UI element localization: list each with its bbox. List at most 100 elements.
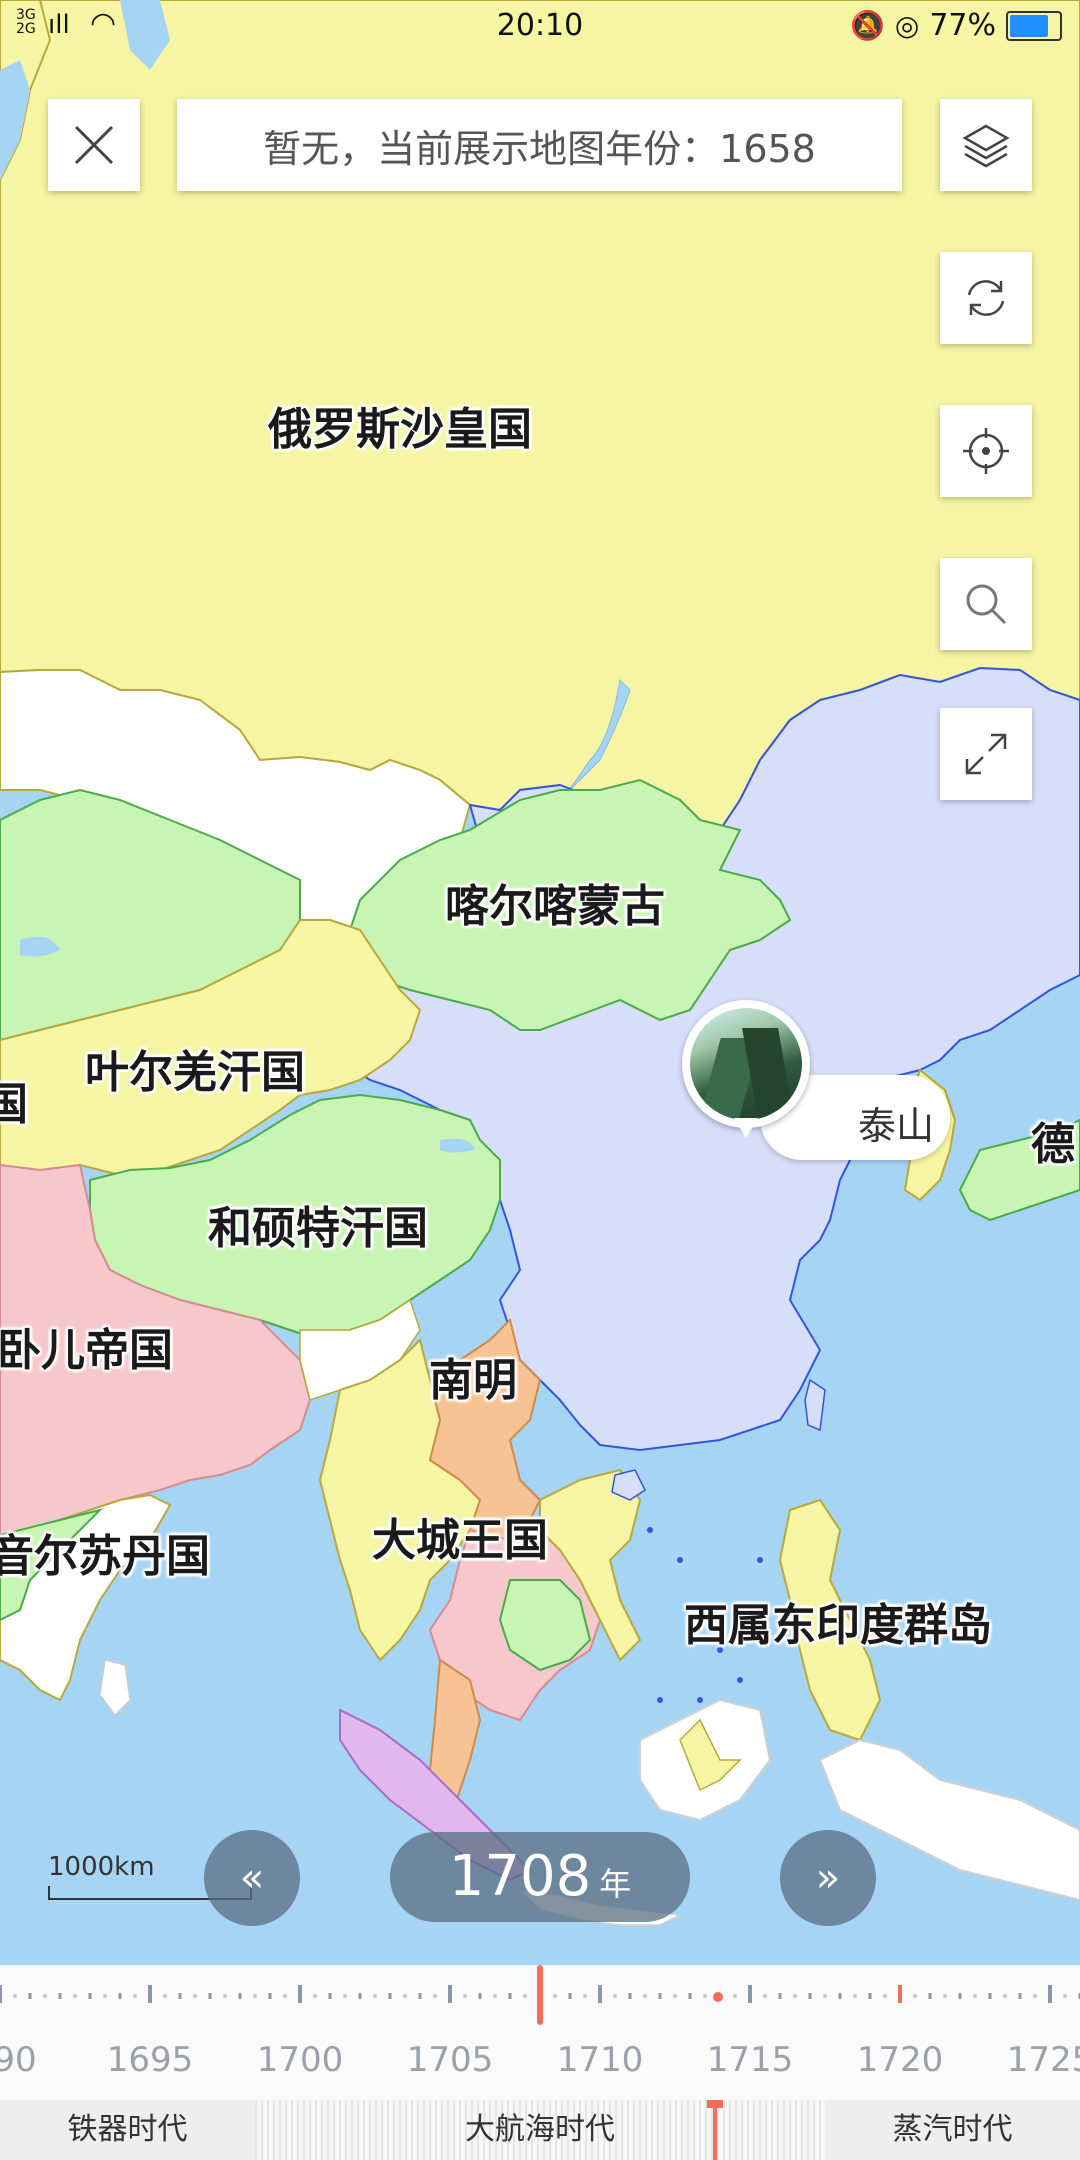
timeline-tick (0, 1985, 2, 2003)
search-icon (966, 584, 1007, 625)
double-chevron-right-icon: » (815, 1855, 841, 1901)
timeline-tick (328, 1993, 332, 1999)
refresh-button[interactable] (940, 252, 1032, 344)
year-number: 1708 (448, 1844, 592, 1909)
timeline-label: 1715 (706, 2040, 794, 2080)
timeline-tick (178, 1993, 182, 1999)
timeline-current-cursor[interactable] (537, 1965, 543, 2025)
timeline-dot (883, 1994, 887, 1998)
poi-name: 泰山 (858, 1104, 935, 1148)
year-display: 1708 年 (390, 1832, 690, 1922)
timeline-event-dot (713, 1992, 723, 2002)
timeline-tick (808, 1993, 812, 1999)
status-bar: 3G 2G ıll ◠ 20:10 🔕 ◎ 77% (0, 0, 1080, 56)
wifi-icon: ◠ (90, 6, 117, 41)
double-chevron-left-icon: « (239, 1855, 265, 1901)
era-marker-head (707, 2100, 723, 2108)
search-bar-text: 暂无，当前展示地图年份：1658 (263, 126, 816, 171)
timeline-tick (838, 1993, 842, 1999)
timeline-dot (433, 1994, 437, 1998)
timeline-tick (298, 1985, 302, 2003)
era-steam-age[interactable]: 蒸汽时代 (825, 2100, 1080, 2160)
timeline-dot (913, 1994, 917, 1998)
era-age-of-discovery[interactable]: 大航海时代 (255, 2100, 825, 2160)
timeline-tick (988, 1993, 992, 1999)
timeline-tick (598, 1985, 602, 2003)
timeline-dot (703, 1994, 707, 1998)
fullscreen-button[interactable] (940, 708, 1032, 800)
timeline-dot (43, 1994, 47, 1998)
map-label-yarkent: 叶尔羌汗国 (85, 1047, 305, 1098)
next-year-button[interactable]: » (780, 1830, 876, 1926)
locate-button[interactable] (940, 405, 1032, 497)
timeline-dot (613, 1994, 617, 1998)
timeline-dot (553, 1994, 557, 1998)
refresh-icon (967, 280, 1005, 316)
timeline-dot (223, 1994, 227, 1998)
timeline-tick (1018, 1993, 1022, 1999)
timeline-dot (103, 1994, 107, 1998)
map-label-dutch-indies: 西属东印度群岛 (684, 1600, 992, 1651)
timeline-tick (118, 1993, 122, 1999)
fullscreen-icon (965, 733, 1007, 775)
timeline-dot (793, 1994, 797, 1998)
history-map[interactable] (0, 0, 1080, 1965)
layers-button[interactable] (940, 99, 1032, 191)
timeline-label: 1725 (1006, 2040, 1080, 2080)
map-label-ayutthaya: 大城王国 (372, 1515, 548, 1566)
timeline-tick (658, 1993, 662, 1999)
year-unit: 年 (599, 1865, 632, 1903)
map-label-khoshut: 和硕特汗国 (208, 1203, 428, 1254)
layers-icon (962, 124, 1010, 168)
timeline-tick (358, 1993, 362, 1999)
timeline-tick (688, 1993, 692, 1999)
map-label-southern-ming: 南明 (429, 1355, 517, 1406)
locate-icon (963, 428, 1009, 474)
status-time: 20:10 (496, 8, 584, 43)
timeline-tick (958, 1993, 962, 1999)
network-2g: 2G (16, 21, 36, 37)
timeline-dot (163, 1994, 167, 1998)
timeline-dot (583, 1994, 587, 1998)
timeline-tick (208, 1993, 212, 1999)
timeline-dot (373, 1994, 377, 1998)
timeline-dot (673, 1994, 677, 1998)
timeline-tick (778, 1993, 782, 1999)
timeline-dot (463, 1994, 467, 1998)
timeline-label: 90 (0, 2040, 37, 2080)
timeline-dot (943, 1994, 947, 1998)
map-label-golconda: 音尔苏丹国 (0, 1531, 210, 1582)
timeline-tick (88, 1993, 92, 1999)
timeline-event-tick (898, 1985, 902, 2003)
timeline-dot (283, 1994, 287, 1998)
timeline-label: 1695 (106, 2040, 194, 2080)
timeline-label: 1700 (256, 2040, 344, 2080)
map-label-khalkha: 喀尔喀蒙古 (445, 881, 665, 932)
era-bar[interactable]: 铁器时代 大航海时代 蒸汽时代 (0, 2100, 1080, 2160)
close-button[interactable] (48, 99, 140, 191)
timeline-dot (853, 1994, 857, 1998)
search-button[interactable] (940, 558, 1032, 650)
timeline-tick (148, 1985, 152, 2003)
mountain-photo-icon[interactable] (682, 1000, 810, 1138)
previous-year-button[interactable]: « (204, 1830, 300, 1926)
timeline-tick (508, 1993, 512, 1999)
timeline-dot (523, 1994, 527, 1998)
poi-taishan[interactable]: 泰山 (680, 1000, 950, 1160)
rotation-lock-icon: ◎ (894, 9, 920, 42)
timeline-tick (628, 1993, 632, 1999)
network-3g: 3G (16, 7, 36, 23)
timeline-label: 1705 (406, 2040, 494, 2080)
year-search-bar[interactable]: 暂无，当前展示地图年份：1658 (177, 99, 902, 191)
map-label-russia: 俄罗斯沙皇国 (268, 404, 532, 455)
era-iron-age[interactable]: 铁器时代 (0, 2100, 255, 2160)
timeline-dot (313, 1994, 317, 1998)
timeline-dot (403, 1994, 407, 1998)
battery-percent: 77% (929, 8, 996, 43)
battery-icon (1006, 10, 1062, 41)
timeline-dot (1003, 1994, 1007, 1998)
mute-icon: 🔕 (850, 9, 885, 42)
timeline-dot (733, 1994, 737, 1998)
timeline-dot (1033, 1994, 1037, 1998)
timeline-label: 1720 (856, 2040, 944, 2080)
